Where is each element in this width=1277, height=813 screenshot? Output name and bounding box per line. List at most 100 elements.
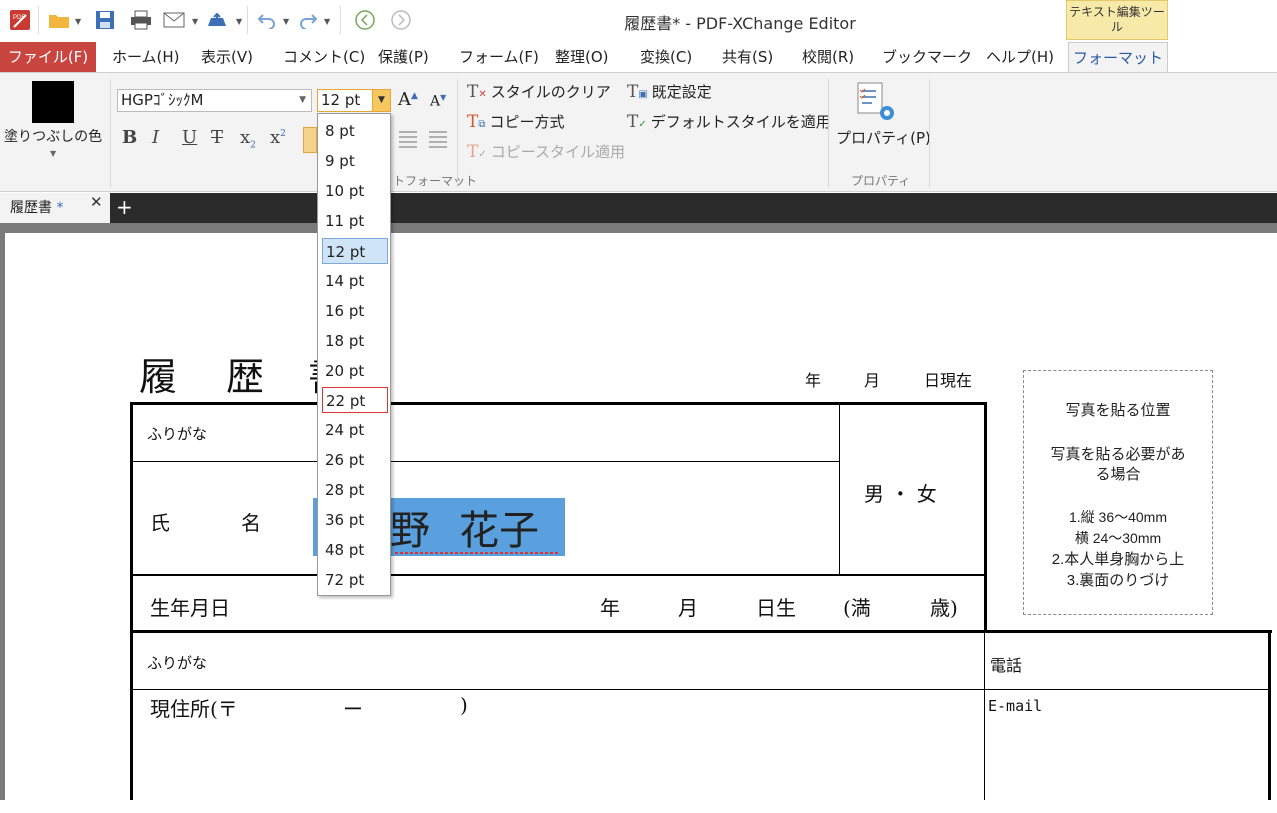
tab-format[interactable]: フォーマット [1068,42,1168,72]
font-size-option-20[interactable]: 20 pt [322,358,388,384]
fill-color-swatch[interactable] [32,81,74,123]
table-border-top [130,402,987,405]
underline-icon[interactable]: U [182,127,197,148]
tab-comment[interactable]: コメント(C) [283,42,365,72]
properties-button[interactable]: プロパティ(P) [836,127,931,148]
properties-icon[interactable] [852,81,902,125]
email-dropdown-icon[interactable]: ▼ [192,17,198,26]
cloud-dropdown-icon[interactable]: ▼ [236,17,242,26]
default-settings-icon: T▣ [627,81,648,102]
copy-method-button[interactable]: T⧉ コピー方式 [467,111,565,132]
fill-color-dropdown-icon[interactable]: ▼ [50,149,56,158]
birth-date-label: 生年月日 [150,596,230,620]
open-folder-icon[interactable] [46,8,72,32]
font-dropdown-icon[interactable]: ▼ [299,90,306,111]
font-size-option-9[interactable]: 9 pt [322,148,388,174]
address-close: ) [460,693,468,717]
copy-method-icon: T⧉ [467,111,486,132]
close-tab-icon[interactable]: ✕ [90,193,103,211]
birth-day-label: 日生 [756,596,796,620]
date-month-label: 月 [864,371,881,390]
subscript-icon[interactable]: x2 [240,127,256,151]
bold-icon[interactable]: B [122,127,137,148]
align-right-icon[interactable] [398,129,418,149]
address-label: 現住所(〒 [150,697,238,721]
font-size-option-8[interactable]: 8 pt [322,118,388,144]
default-settings-button[interactable]: T▣ 既定設定 [627,81,712,102]
font-size-option-18[interactable]: 18 pt [322,328,388,354]
font-size-option-36[interactable]: 36 pt [322,507,388,533]
font-size-option-72[interactable]: 72 pt [322,567,388,593]
superscript-icon[interactable]: x2 [270,127,286,148]
tab-organize[interactable]: 整理(O) [555,42,609,72]
photo-box-line2: る場合 [1095,466,1141,483]
table-line-furigana [133,461,840,462]
document-tab-label: 履歴書 [10,200,52,216]
address-dash: ー [343,697,363,721]
font-size-option-11[interactable]: 11 pt [322,208,388,234]
strikethrough-icon[interactable]: T [211,127,223,148]
font-size-option-14[interactable]: 14 pt [322,268,388,294]
tab-view[interactable]: 表示(V) [201,42,253,72]
tab-protect[interactable]: 保護(P) [378,42,429,72]
app-logo-icon[interactable]: PDF [8,8,32,32]
clear-style-button[interactable]: T✕ スタイルのクリア [467,81,611,102]
copy-style-apply-button[interactable]: T✓ コピースタイル適用 [467,141,625,162]
font-size-option-28[interactable]: 28 pt [322,477,388,503]
print-icon[interactable] [128,8,154,32]
date-year-label: 年 [805,371,822,390]
birth-month-label: 月 [678,596,698,620]
font-size-option-48[interactable]: 48 pt [322,537,388,563]
font-size-dropdown-icon[interactable]: ▼ [372,90,390,111]
redo-dropdown-icon[interactable]: ▼ [324,17,330,26]
tab-home[interactable]: ホーム(H) [112,42,180,72]
name-value-1[interactable]: 野 [390,498,430,556]
email-label: E-mail [988,697,1043,715]
font-size-option-12[interactable]: 12 pt [322,238,388,264]
tab-file[interactable]: ファイル(F) [0,42,96,72]
email-icon[interactable] [161,8,187,32]
save-icon[interactable] [92,8,118,32]
furigana-label: ふりがな [147,425,208,443]
font-grow-icon[interactable]: A▲ [398,89,418,110]
font-size-option-26[interactable]: 26 pt [322,447,388,473]
font-size-option-10[interactable]: 10 pt [322,178,388,204]
new-tab-icon[interactable]: + [116,195,133,219]
tab-convert[interactable]: 変換(C) [640,42,692,72]
tab-help[interactable]: ヘルプ(H) [986,42,1054,72]
font-shrink-icon[interactable]: A▼ [430,93,446,110]
font-size-option-22[interactable]: 22 pt [322,387,388,413]
name-value-2[interactable]: 花子 [459,498,539,556]
photo-box-line4: 横 24〜30mm [1074,530,1162,546]
forward-icon[interactable] [388,8,414,32]
address-furigana-label: ふりがな [147,654,208,672]
spellcheck-underline [395,552,560,554]
font-size-option-24[interactable]: 24 pt [322,417,388,443]
photo-box-line5: 2.本人単身胸から上 [1051,551,1185,568]
font-size-option-16[interactable]: 16 pt [322,298,388,324]
tab-form[interactable]: フォーム(F) [459,42,539,72]
context-tab-group-label: テキスト編集ツール [1066,0,1168,40]
font-size-select[interactable]: 12 pt ▼ [317,89,391,112]
photo-placeholder-box: 写真を貼る位置 写真を貼る必要があ る場合 1.縦 36〜40mm 横 24〜3… [1023,370,1213,615]
apply-default-style-icon: T✓ [627,111,647,132]
undo-icon[interactable] [255,8,279,32]
align-justify-icon[interactable] [428,129,448,149]
modified-marker: * [56,200,64,216]
tab-bookmark[interactable]: ブックマーク [882,42,972,72]
table-line-address-furigana [133,689,1270,690]
tab-share[interactable]: 共有(S) [722,42,773,72]
align-left-icon[interactable] [303,127,317,153]
open-dropdown-icon[interactable]: ▼ [75,17,81,26]
undo-dropdown-icon[interactable]: ▼ [283,17,289,26]
italic-icon[interactable]: I [152,127,159,148]
font-name-select[interactable]: HGPｺﾞｼｯｸM ▼ [117,89,312,112]
fill-color-label[interactable]: 塗りつぶしの色 [4,126,102,146]
tab-review[interactable]: 校閲(R) [802,42,854,72]
redo-icon[interactable] [296,8,320,32]
back-icon[interactable] [352,8,378,32]
cloud-upload-icon[interactable] [203,8,231,32]
table-border-right-lower [1268,630,1271,800]
table-border-right-upper [984,402,987,632]
apply-default-style-button[interactable]: T✓ デフォルトスタイルを適用 [627,111,831,132]
